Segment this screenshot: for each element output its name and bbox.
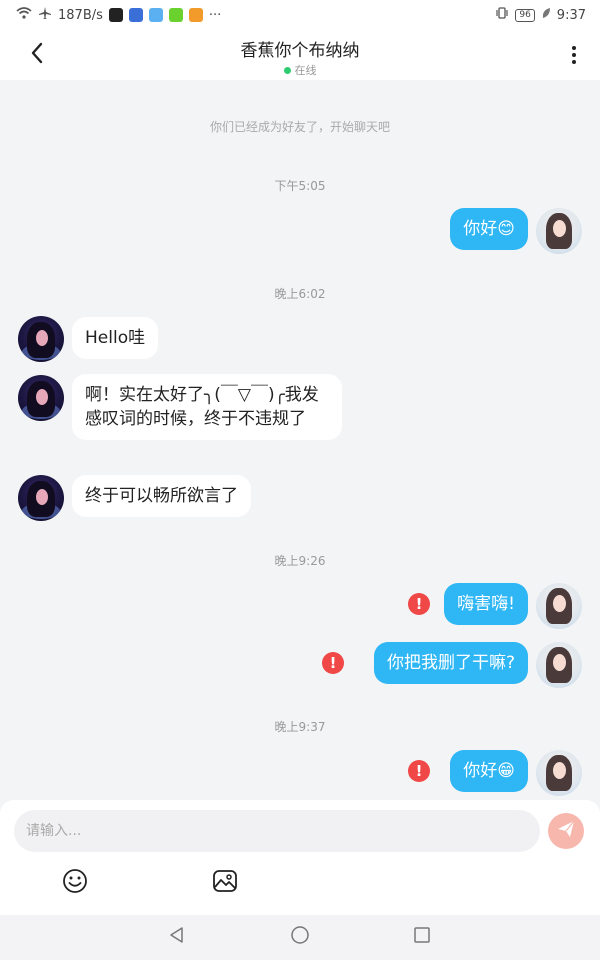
more-vertical-icon xyxy=(572,46,576,50)
emoji-icon xyxy=(62,868,88,898)
message-input[interactable] xyxy=(14,810,540,852)
battery-indicator: 96 xyxy=(515,8,535,22)
message-bubble-outgoing[interactable]: 你好😁 xyxy=(450,750,528,792)
more-options-button[interactable] xyxy=(562,40,586,70)
vibrate-icon xyxy=(495,6,509,24)
image-button[interactable] xyxy=(210,868,240,898)
nav-recents-button[interactable] xyxy=(411,926,433,948)
avatar[interactable] xyxy=(18,475,64,521)
more-notifications: ··· xyxy=(208,7,222,23)
timestamp: 晚上9:37 xyxy=(274,720,326,734)
app-notification-icon xyxy=(188,8,203,22)
app-notification-icon xyxy=(108,8,123,22)
image-icon xyxy=(212,868,238,898)
status-right: 96 9:37 xyxy=(495,6,586,24)
network-speed: 187B/s xyxy=(58,7,103,23)
avatar[interactable] xyxy=(536,583,582,629)
message-list[interactable]: 你们已经成为好友了，开始聊天吧 下午5:05 你好😊 晚上6:02 Hello哇… xyxy=(0,80,600,800)
chat-title: 香蕉你个布纳纳 xyxy=(240,41,360,61)
avatar[interactable] xyxy=(18,375,64,421)
app-notification-icon xyxy=(148,8,163,22)
timestamp: 晚上9:26 xyxy=(274,554,326,568)
avatar[interactable] xyxy=(536,750,582,796)
error-icon[interactable]: ! xyxy=(322,652,344,674)
composer xyxy=(0,800,600,915)
chat-header: 香蕉你个布纳纳 在线 xyxy=(0,30,600,80)
error-icon[interactable]: ! xyxy=(408,593,430,615)
leaf-icon xyxy=(541,7,551,23)
message-bubble-incoming[interactable]: Hello哇 xyxy=(72,317,159,359)
title-area: 香蕉你个布纳纳 在线 xyxy=(0,36,600,78)
airplane-icon xyxy=(38,6,52,24)
message-bubble-outgoing[interactable]: 你把我删了干嘛? xyxy=(373,642,528,684)
online-status: 在线 xyxy=(0,62,600,78)
nav-home-button[interactable] xyxy=(289,926,311,948)
online-status-text: 在线 xyxy=(294,64,317,77)
system-notice: 你们已经成为好友了，开始聊天吧 xyxy=(209,120,390,134)
message-bubble-incoming[interactable]: 终于可以畅所欲言了 xyxy=(72,475,251,517)
app-notification-icon xyxy=(128,8,143,22)
send-button[interactable] xyxy=(548,813,584,849)
status-bar: 187B/s ··· 96 9:37 xyxy=(0,0,600,30)
app-notification-icon xyxy=(168,8,183,22)
timestamp: 晚上6:02 xyxy=(274,287,326,301)
status-left: 187B/s ··· xyxy=(16,6,221,24)
circle-home-icon xyxy=(290,925,310,949)
nav-back-button[interactable] xyxy=(166,926,188,948)
message-bubble-outgoing[interactable]: 嗨害嗨! xyxy=(444,583,528,625)
message-bubble-outgoing[interactable]: 你好😊 xyxy=(450,208,528,250)
triangle-back-icon xyxy=(168,926,186,948)
square-recents-icon xyxy=(413,926,431,948)
avatar[interactable] xyxy=(536,642,582,688)
error-icon[interactable]: ! xyxy=(408,760,430,782)
message-bubble-incoming[interactable]: 啊！实在太好了╮(￣▽￣)╭我发感叹词的时候，终于不违规了 xyxy=(72,374,342,440)
online-dot xyxy=(283,66,291,74)
emoji-button[interactable] xyxy=(60,868,90,898)
clock: 9:37 xyxy=(556,7,586,23)
wifi-icon xyxy=(16,7,32,23)
system-navigation-bar xyxy=(0,915,600,960)
avatar[interactable] xyxy=(18,316,64,362)
avatar[interactable] xyxy=(536,208,582,254)
paper-plane-icon xyxy=(556,819,576,843)
timestamp: 下午5:05 xyxy=(274,179,326,193)
